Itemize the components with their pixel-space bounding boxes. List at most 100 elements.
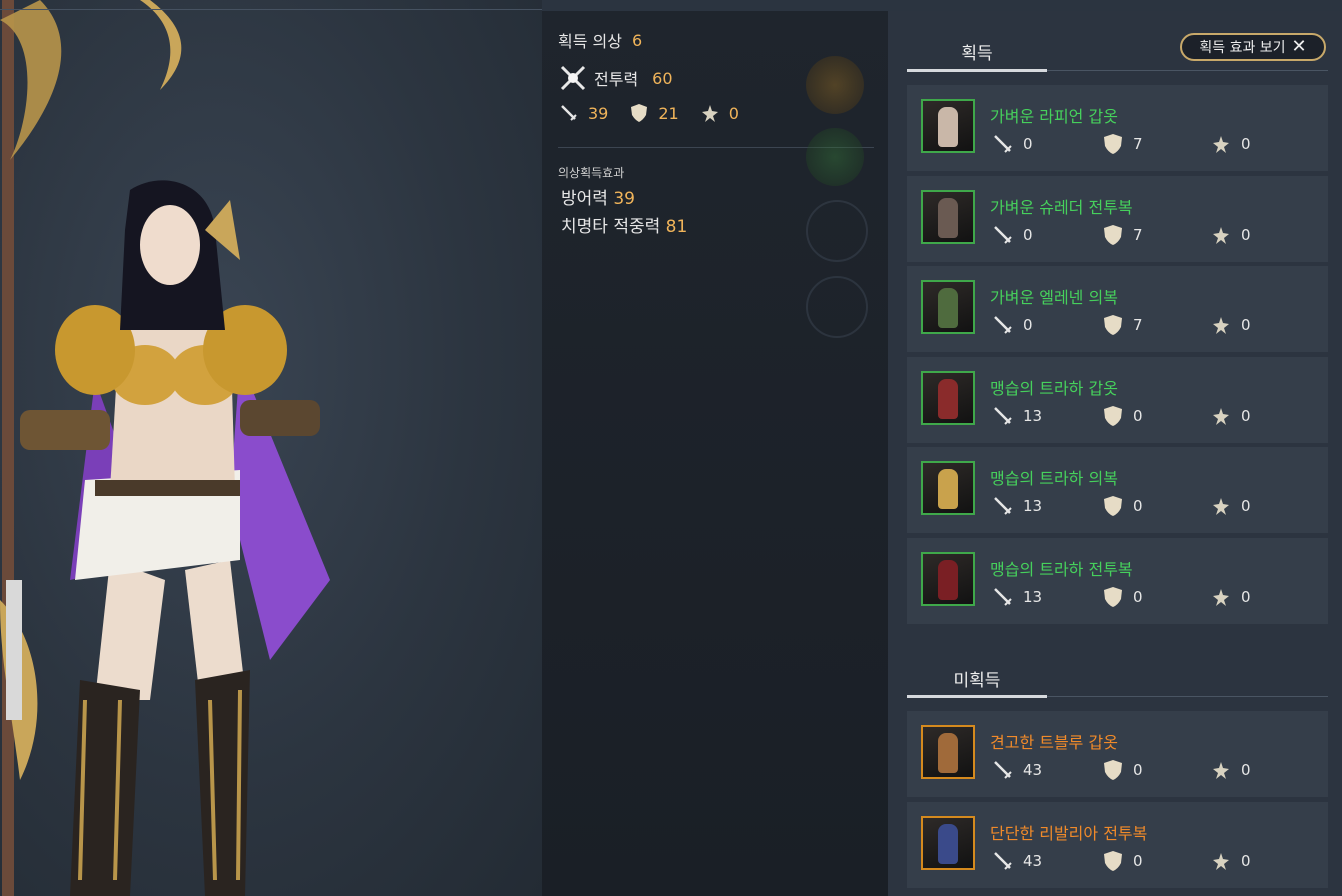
combat-power-value: 60 [652,68,673,88]
circle-emblem-icon [806,200,868,262]
costume-thumbnail [921,552,975,606]
close-icon: ✕ [1291,36,1307,57]
costume-special: 0 [1210,224,1251,246]
acquired-count: 6 [631,30,643,50]
top-divider [0,9,542,10]
costume-item[interactable]: 가벼운 라피언 갑옷 0 7 0 [907,85,1328,171]
view-effects-label: 획득 효과 보기 [1199,40,1286,56]
costume-name: 가벼운 엘레넨 의복 [990,288,1118,308]
costume-defense: 7 [1102,224,1143,246]
sword-icon [992,850,1014,872]
costume-item[interactable]: 단단한 리발리아 전투복 43 0 0 [907,801,1328,888]
costume-thumbnail [921,189,975,244]
costume-stats: 13 0 0 [992,586,1322,612]
effects-list: 방어력 39 치명타 적중력 81 [561,185,687,241]
costume-item[interactable]: 견고한 트블루 갑옷 43 0 0 [907,711,1328,797]
combat-power-label: 전투력 [594,70,639,89]
costume-stats: 13 0 0 [992,495,1322,521]
costume-defense: 7 [1102,314,1143,336]
effects-title: 의상획득효과 [558,166,625,180]
costume-name: 맹습의 트라하 의복 [990,469,1118,489]
costume-stats: 0 7 0 [992,133,1322,159]
acquired-label: 획득 의상 [558,32,622,51]
star-emblem-icon [1210,759,1232,781]
costume-defense: 0 [1102,405,1143,427]
costume-special: 0 [1210,405,1251,427]
faded-side-icons [806,56,872,352]
star-emblem-icon [1210,850,1232,872]
costume-name: 가벼운 슈레더 전투복 [990,197,1133,217]
defense-value: 21 [658,103,679,123]
shield-icon [1102,224,1124,246]
costume-attack: 0 [992,133,1033,155]
shield-icon [1102,405,1124,427]
star-emblem-icon [1210,314,1232,336]
star-emblem-icon [1210,405,1232,427]
effect-label: 치명타 적중력 [561,217,661,237]
costume-defense: 0 [1102,759,1143,781]
costume-item[interactable]: 맹습의 트라하 의복 13 0 0 [907,447,1328,534]
costume-defense: 0 [1102,495,1143,517]
costume-item[interactable]: 맹습의 트라하 갑옷 13 0 0 [907,356,1328,443]
combat-power-row: 전투력 60 [558,63,673,93]
view-effects-button[interactable]: 획득 효과 보기 ✕ [1180,33,1326,61]
costume-special: 0 [1210,850,1251,872]
costume-name: 맹습의 트라하 갑옷 [990,378,1118,398]
special-value: 0 [728,103,739,123]
costume-name: 맹습의 트라하 전투복 [990,560,1133,579]
costume-stats: 0 7 0 [992,314,1322,340]
costume-thumbnail [921,815,975,870]
costume-stats: 13 0 0 [992,405,1322,431]
effect-line: 치명타 적중력 81 [561,213,687,241]
sword-icon [992,224,1014,246]
costume-stats: 43 0 0 [992,759,1322,785]
sword-icon [992,759,1014,781]
gold-emblem-icon [806,56,864,114]
shield-icon [1102,586,1124,608]
character-model [0,0,330,896]
costume-attack: 43 [992,850,1042,872]
star-emblem-icon [1210,133,1232,155]
unacquired-tab-underline [907,695,1328,698]
sword-icon [992,586,1014,608]
summary-stats-row: 39 21 0 [558,102,739,124]
shield-icon [1102,850,1124,872]
costume-attack: 0 [992,224,1033,246]
costume-name: 견고한 트블루 갑옷 [990,733,1118,752]
sword-icon [992,314,1014,336]
tab-acquired[interactable]: 획득 [907,39,1047,64]
effect-label: 방어력 [561,189,608,209]
star-emblem-icon [1210,495,1232,517]
costume-item[interactable]: 가벼운 엘레넨 의복 0 7 0 [907,266,1328,353]
crossed-swords-icon [558,63,588,93]
costume-defense: 7 [1102,133,1143,155]
costume-item[interactable]: 맹습의 트라하 전투복 13 0 0 [907,538,1328,624]
costume-special: 0 [1210,133,1251,155]
shield-icon [628,102,650,124]
star-emblem-icon [1210,224,1232,246]
costume-special: 0 [1210,586,1251,608]
acquired-count-row: 획득 의상 6 [558,28,642,52]
costume-item[interactable]: 가벼운 슈레더 전투복 0 7 0 [907,175,1328,262]
costume-thumbnail [921,280,975,335]
effect-value: 81 [665,217,688,237]
effect-line: 방어력 39 [561,185,687,213]
costume-name: 가벼운 라피언 갑옷 [990,107,1118,126]
costume-attack: 13 [992,405,1042,427]
star-emblem-icon [699,102,721,124]
costume-thumbnail [921,370,975,425]
costume-defense: 0 [1102,586,1143,608]
costume-attack: 0 [992,314,1033,336]
costume-stats: 43 0 0 [992,850,1322,876]
costume-special: 0 [1210,314,1251,336]
costume-defense: 0 [1102,850,1143,872]
costume-stats: 0 7 0 [992,224,1322,250]
shield-icon [1102,495,1124,517]
chevron-emblem-icon [806,276,868,338]
tab-unacquired[interactable]: 미획득 [907,666,1047,691]
sword-icon [992,133,1014,155]
character-preview[interactable] [0,0,542,896]
costume-attack: 13 [992,495,1042,517]
effect-value: 39 [613,189,635,209]
shield-icon [1102,133,1124,155]
